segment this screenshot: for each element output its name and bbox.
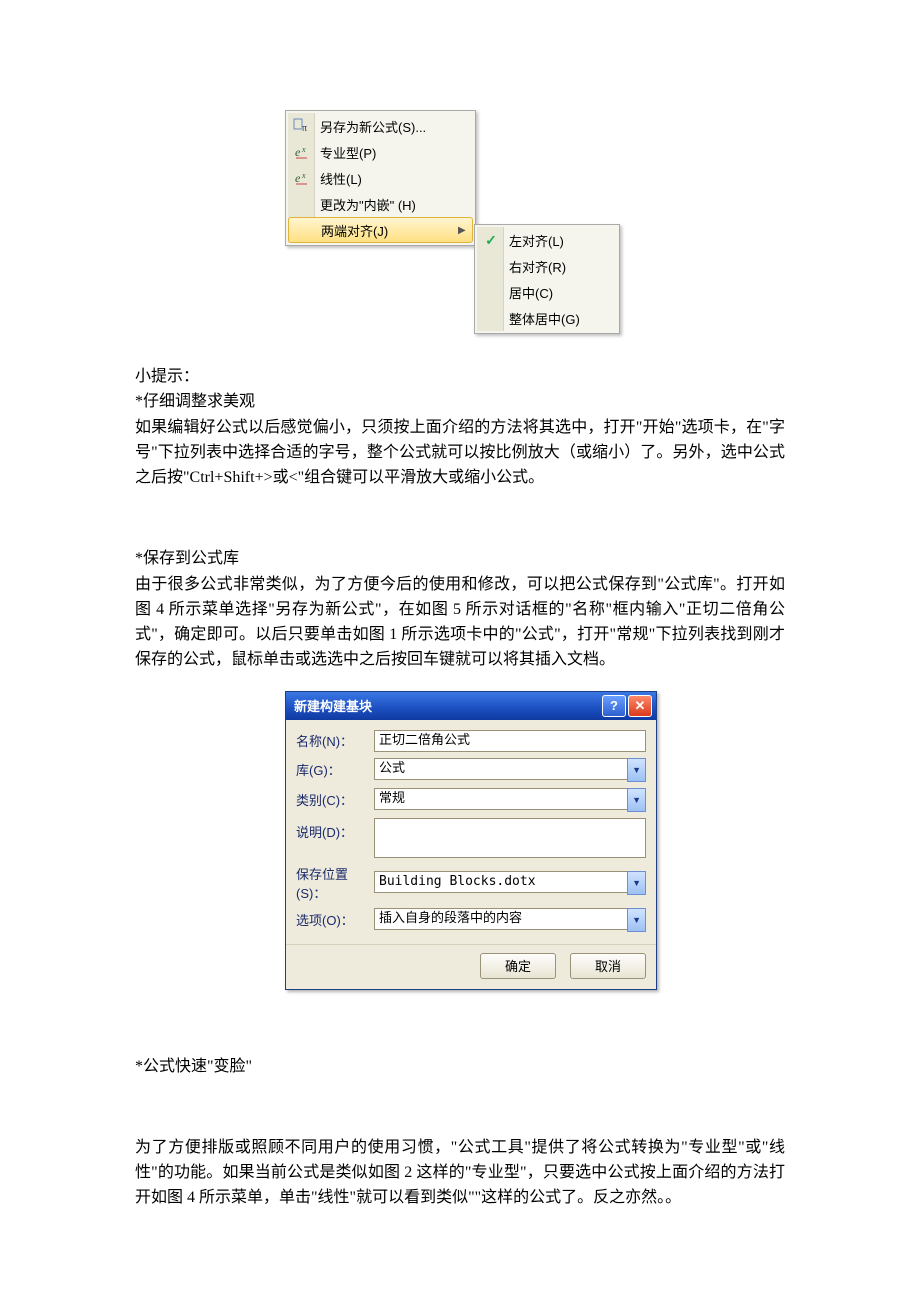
label-category: 类别(C)：	[296, 790, 374, 809]
gallery-field[interactable]: 公式	[374, 758, 627, 780]
name-field[interactable]: 正切二倍角公式	[374, 730, 646, 752]
menu-item-justify[interactable]: 两端对齐(J) ▶	[288, 217, 473, 243]
options-dropdown-button[interactable]: ▼	[627, 908, 646, 932]
pi-icon: π	[290, 114, 314, 138]
submenu-item-center-group[interactable]: 整体居中(G)	[477, 305, 617, 331]
menu-label: 两端对齐(J)	[315, 221, 458, 240]
close-button[interactable]: ✕	[628, 695, 652, 717]
category-dropdown-button[interactable]: ▼	[627, 788, 646, 812]
row-description: 说明(D)：	[296, 818, 646, 858]
row-gallery: 库(G)： 公式 ▼	[296, 758, 646, 782]
svg-text:e: e	[295, 145, 301, 159]
submenu-arrow-icon: ▶	[458, 225, 468, 236]
context-menu-main: π 另存为新公式(S)... e x 专业型(P)	[285, 110, 476, 246]
label-name: 名称(N)：	[296, 731, 374, 750]
menu-label: 整体居中(G)	[503, 309, 613, 328]
section-3-body: 为了方便排版或照顾不同用户的使用习惯，"公式工具"提供了将公式转换为"专业型"或…	[135, 1135, 785, 1211]
menu-item-change-inline[interactable]: 更改为"内嵌" (H)	[288, 191, 473, 217]
tips-header: 小提示：	[135, 364, 785, 389]
menu-label: 线性(L)	[314, 169, 469, 188]
ok-button[interactable]: 确定	[480, 953, 556, 979]
blank-icon	[479, 306, 503, 330]
menu-item-save-as-new[interactable]: π 另存为新公式(S)...	[288, 113, 473, 139]
equation-context-menu: π 另存为新公式(S)... e x 专业型(P)	[285, 110, 785, 334]
section-2-title: *保存到公式库	[135, 546, 785, 571]
submenu-item-center[interactable]: 居中(C)	[477, 279, 617, 305]
row-category: 类别(C)： 常规 ▼	[296, 788, 646, 812]
label-options: 选项(O)：	[296, 910, 374, 929]
menu-item-linear[interactable]: e x 线性(L)	[288, 165, 473, 191]
svg-text:x: x	[301, 145, 306, 154]
ex-linear-icon: e x	[290, 166, 314, 190]
section-3-title: *公式快速"变脸"	[135, 1054, 785, 1079]
menu-label: 左对齐(L)	[503, 231, 613, 250]
menu-label: 专业型(P)	[314, 143, 469, 162]
row-save-in: 保存位置(S)： Building Blocks.dotx ▼	[296, 864, 646, 902]
menu-label: 居中(C)	[503, 283, 613, 302]
section-1-body: 如果编辑好公式以后感觉偏小，只须按上面介绍的方法将其选中，打开"开始"选项卡，在…	[135, 415, 785, 491]
dialog-titlebar: 新建构建基块 ? ✕	[286, 692, 656, 720]
label-gallery: 库(G)：	[296, 760, 374, 779]
label-description: 说明(D)：	[296, 818, 374, 841]
blank-icon	[479, 280, 503, 304]
dialog-body: 名称(N)： 正切二倍角公式 库(G)： 公式 ▼ 类别(C)： 常规	[286, 720, 656, 944]
options-field[interactable]: 插入自身的段落中的内容	[374, 908, 627, 930]
submenu-item-right[interactable]: 右对齐(R)	[477, 253, 617, 279]
ex-professional-icon: e x	[290, 140, 314, 164]
save-in-field[interactable]: Building Blocks.dotx	[374, 871, 627, 893]
save-in-dropdown-button[interactable]: ▼	[627, 871, 646, 895]
label-save-in: 保存位置(S)：	[296, 864, 374, 902]
menu-label: 右对齐(R)	[503, 257, 613, 276]
building-block-dialog: 新建构建基块 ? ✕ 名称(N)： 正切二倍角公式 库(G)： 公式 ▼	[285, 691, 785, 990]
context-menu-alignment-submenu: ✓ 左对齐(L) 右对齐(R) 居中(C) 整体居中(G)	[474, 224, 620, 334]
submenu-item-left[interactable]: ✓ 左对齐(L)	[477, 227, 617, 253]
blank-icon	[479, 254, 503, 278]
dialog-title: 新建构建基块	[294, 696, 600, 715]
menu-label: 另存为新公式(S)...	[314, 117, 469, 136]
svg-text:π: π	[302, 123, 307, 134]
menu-label: 更改为"内嵌" (H)	[314, 195, 469, 214]
check-icon: ✓	[479, 228, 503, 252]
menu-item-professional[interactable]: e x 专业型(P)	[288, 139, 473, 165]
cancel-button[interactable]: 取消	[570, 953, 646, 979]
category-field[interactable]: 常规	[374, 788, 627, 810]
blank-icon	[291, 218, 315, 242]
help-button[interactable]: ?	[602, 695, 626, 717]
description-field[interactable]	[374, 818, 646, 858]
section-1-title: *仔细调整求美观	[135, 389, 785, 414]
svg-text:x: x	[301, 171, 306, 180]
section-2-body: 由于很多公式非常类似，为了方便今后的使用和修改，可以把公式保存到"公式库"。打开…	[135, 572, 785, 673]
row-options: 选项(O)： 插入自身的段落中的内容 ▼	[296, 908, 646, 932]
blank-icon	[290, 192, 314, 216]
svg-text:e: e	[295, 171, 301, 185]
dialog-footer: 确定 取消	[286, 944, 656, 989]
row-name: 名称(N)： 正切二倍角公式	[296, 730, 646, 752]
gallery-dropdown-button[interactable]: ▼	[627, 758, 646, 782]
